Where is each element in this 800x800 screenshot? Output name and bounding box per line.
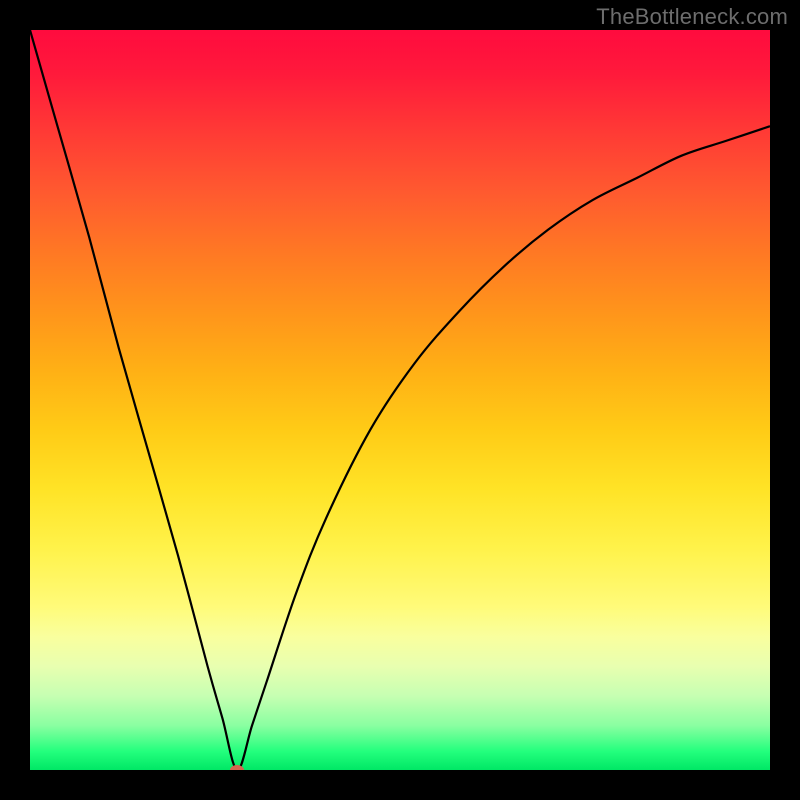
bottleneck-curve xyxy=(30,30,770,770)
optimum-marker xyxy=(230,765,244,770)
chart-frame: TheBottleneck.com xyxy=(0,0,800,800)
curve-path xyxy=(30,30,770,770)
plot-area xyxy=(30,30,770,770)
watermark-text: TheBottleneck.com xyxy=(596,4,788,30)
